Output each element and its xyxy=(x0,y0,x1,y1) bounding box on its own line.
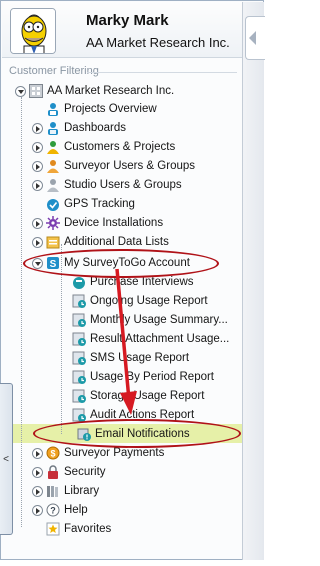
navigation-panel: Marky Mark AA Market Research Inc. Custo… xyxy=(0,0,265,560)
collapse-panel-button[interactable]: < xyxy=(0,383,13,535)
annotation-arrow xyxy=(115,268,137,415)
chevron-left-icon: < xyxy=(3,453,9,465)
